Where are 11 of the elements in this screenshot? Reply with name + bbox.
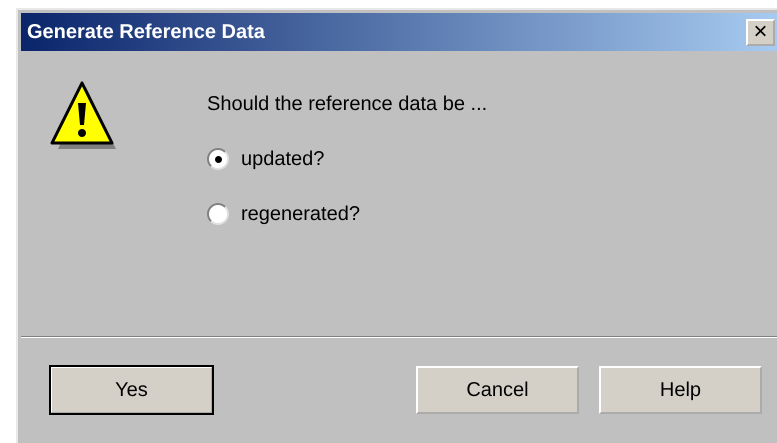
option-label[interactable]: updated? <box>241 144 324 174</box>
radio-button[interactable] <box>207 148 229 170</box>
radio-button[interactable] <box>207 203 229 225</box>
close-button[interactable]: × <box>746 18 775 46</box>
help-button[interactable]: Help <box>599 366 762 414</box>
message-text: Should the reference data be ... <box>207 92 488 117</box>
cancel-button[interactable]: Cancel <box>416 366 579 414</box>
option-label[interactable]: regenerated? <box>241 199 360 229</box>
yes-button[interactable]: Yes <box>50 366 213 414</box>
window-title: Generate Reference Data <box>26 20 265 45</box>
warning-icon <box>50 81 118 151</box>
